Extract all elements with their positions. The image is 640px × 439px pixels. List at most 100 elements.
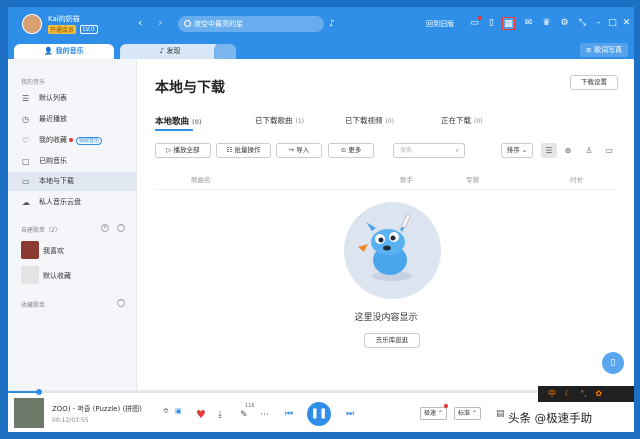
album-cover[interactable] <box>14 398 44 428</box>
collapse-icon[interactable]: ^ <box>117 224 125 232</box>
tab-extra[interactable] <box>214 44 236 59</box>
forward-arrow-icon[interactable]: › <box>158 16 162 30</box>
clock-icon: ◷ <box>22 115 29 124</box>
tab-my-music[interactable]: 👤 我的音乐 <box>14 44 114 59</box>
heart-icon: ♡ <box>22 136 30 145</box>
search-input[interactable]: 夜空中最亮的星 <box>178 16 324 32</box>
claim-music-badge[interactable]: 领取音乐 <box>76 137 103 145</box>
sidebar-item-cloud[interactable]: ☁ 私人音乐云盘 <box>8 193 137 212</box>
progress-fill <box>8 391 40 393</box>
singer-icon[interactable]: ♙ <box>581 143 597 158</box>
pause-button[interactable]: ❚❚ <box>307 402 331 426</box>
column-duration[interactable]: 时长 <box>570 174 583 184</box>
playlist-cover <box>21 241 39 259</box>
microphone-icon[interactable]: ♪ <box>329 18 339 30</box>
chevron-down-icon: ⌄ <box>519 146 528 154</box>
search-icon: ⌕ <box>455 147 459 154</box>
goto-library-button[interactable]: 去乐库逛逛 <box>364 333 420 348</box>
collapse-icon[interactable]: ^ <box>117 299 125 307</box>
shrink-icon[interactable]: ⤡ <box>576 17 589 30</box>
back-arrow-icon[interactable]: ‹ <box>138 16 142 30</box>
empty-state-text: 这里没内容显示 <box>354 313 418 323</box>
sidebar-item-default-list[interactable]: ☰ 默认列表 <box>8 89 137 108</box>
more-button[interactable]: ⊙ 更多 <box>328 143 374 158</box>
more-icon[interactable]: ⋯ <box>260 410 269 420</box>
sidebar-item-favorites[interactable]: ♡ 我的收藏 领取音乐 <box>8 131 137 150</box>
app-window: Kai的奶猫 开通会员 LV.0 ‹ › 夜空中最亮的星 ♪ 回到旧版 ▭ ▯ … <box>8 7 634 432</box>
apps-icon[interactable]: ▦ <box>502 17 515 30</box>
watermark: 头条 @极速手助 <box>508 411 593 425</box>
progress-knob[interactable] <box>36 389 43 395</box>
list-icon: ☰ <box>22 94 30 103</box>
search-icon <box>184 20 191 27</box>
main-panel: 本地与下载 下载设置 本地歌曲 (0) 已下载歌曲 (1) 已下载视频 (0) 正在下… <box>138 59 634 390</box>
download-icon[interactable]: ⤓ <box>218 410 222 420</box>
mail-icon[interactable]: ✉ <box>522 17 535 30</box>
maximize-icon[interactable]: □ <box>606 17 619 30</box>
column-singer[interactable]: 歌手 <box>400 174 413 184</box>
active-tab-underline <box>155 129 193 131</box>
subtab-downloading[interactable]: 正在下载 (0) <box>441 115 483 126</box>
sq-icon[interactable]: ▣ <box>175 406 182 416</box>
collected-playlists-label: 收藏歌单 <box>21 302 46 309</box>
speed-button[interactable]: 标准 ⌃ <box>454 407 481 420</box>
previous-icon[interactable]: ⏮ <box>285 409 293 419</box>
batch-operation-button[interactable]: ☷ 批量操作 <box>216 143 271 158</box>
sidebar-item-recent[interactable]: ◷ 最近播放 <box>8 110 137 129</box>
page-title: 本地与下载 <box>155 80 225 96</box>
next-icon[interactable]: ⏭ <box>346 409 354 419</box>
monitor-icon: ▭ <box>22 177 30 186</box>
close-icon[interactable]: ✕ <box>620 17 633 30</box>
playlist-cover <box>21 266 39 284</box>
sort-dropdown[interactable]: 排序 ⌄ <box>501 143 533 158</box>
add-playlist-icon[interactable]: + <box>101 224 109 232</box>
folder-icon[interactable]: ▭ <box>601 143 617 158</box>
skin-icon: ✿ <box>595 389 603 398</box>
comment-icon[interactable]: ✎ <box>240 410 248 420</box>
chevron-up-icon: ⌃ <box>436 410 443 417</box>
ime-toolbar[interactable]: 中 ☾ °, ✿ <box>538 386 634 402</box>
notification-dot <box>478 16 482 20</box>
effects-icon[interactable]: ▤ <box>496 409 505 419</box>
list-view-icon[interactable]: ☰ <box>541 143 557 158</box>
minimize-icon[interactable]: – <box>592 17 605 30</box>
tab-discover[interactable]: ♪ 发现 <box>120 44 220 59</box>
vip-badge[interactable]: 开通会员 <box>48 25 77 34</box>
user-name[interactable]: Kai的奶猫 <box>48 14 80 24</box>
person-icon: 👤 <box>44 47 56 55</box>
empty-state-illustration <box>344 202 441 299</box>
mv-icon[interactable]: ⎊ <box>163 406 169 416</box>
main-tabs: 👤 我的音乐 ♪ 发现 ≡ 歌词写真 <box>8 41 634 59</box>
playlist-default-collection[interactable]: 默认收藏 <box>43 271 71 281</box>
level-badge: LV.0 <box>80 25 98 34</box>
sidebar-item-purchased[interactable]: ▢ 已购音乐 <box>8 152 137 171</box>
back-old-version-button[interactable]: 回到旧版 <box>426 19 454 29</box>
add-circle-icon[interactable]: ⊕ <box>560 143 576 158</box>
notification-dot <box>444 404 448 408</box>
import-button[interactable]: ↪ 导入 <box>276 143 322 158</box>
play-time: 00:12/03:55 <box>52 417 89 424</box>
heart-icon[interactable]: ♥ <box>196 409 206 420</box>
download-settings-button[interactable]: 下载设置 <box>570 75 618 90</box>
punctuation-icon: °, <box>580 389 587 398</box>
playlist-favorites[interactable]: 我喜欢 <box>43 246 64 256</box>
avatar[interactable] <box>22 14 42 34</box>
pause-icon: ❚❚ <box>310 408 328 419</box>
quality-button[interactable]: 极速 ⌃ <box>420 407 447 420</box>
subtab-local-songs[interactable]: 本地歌曲 (0) <box>155 115 202 127</box>
play-icon: ▷ <box>166 146 174 154</box>
local-search-input[interactable]: 搜索 ⌕ <box>393 143 465 158</box>
sidebar-item-local-download[interactable]: ▭ 本地与下载 <box>8 172 137 191</box>
subtab-downloaded-songs[interactable]: 已下载歌曲 (1) <box>255 115 304 126</box>
column-album[interactable]: 专辑 <box>466 174 479 184</box>
created-playlists-label: 自建歌单（2） <box>21 227 61 234</box>
lyrics-photo-button[interactable]: ≡ 歌词写真 <box>579 43 628 57</box>
song-title[interactable]: ZOO) - 퍼즐 (Puzzle) (拼图) <box>52 404 142 414</box>
phone-icon[interactable]: ▯ <box>485 17 498 30</box>
column-song-name[interactable]: 歌曲名 <box>191 174 211 184</box>
skin-icon[interactable]: ♛ <box>540 17 553 30</box>
play-all-button[interactable]: ▷ 播放全部 <box>155 143 211 158</box>
subtab-downloaded-videos[interactable]: 已下载视频 (0) <box>345 115 394 126</box>
phone-float-icon[interactable]: ▯ <box>602 352 624 374</box>
settings-icon[interactable]: ⚙ <box>558 17 571 30</box>
